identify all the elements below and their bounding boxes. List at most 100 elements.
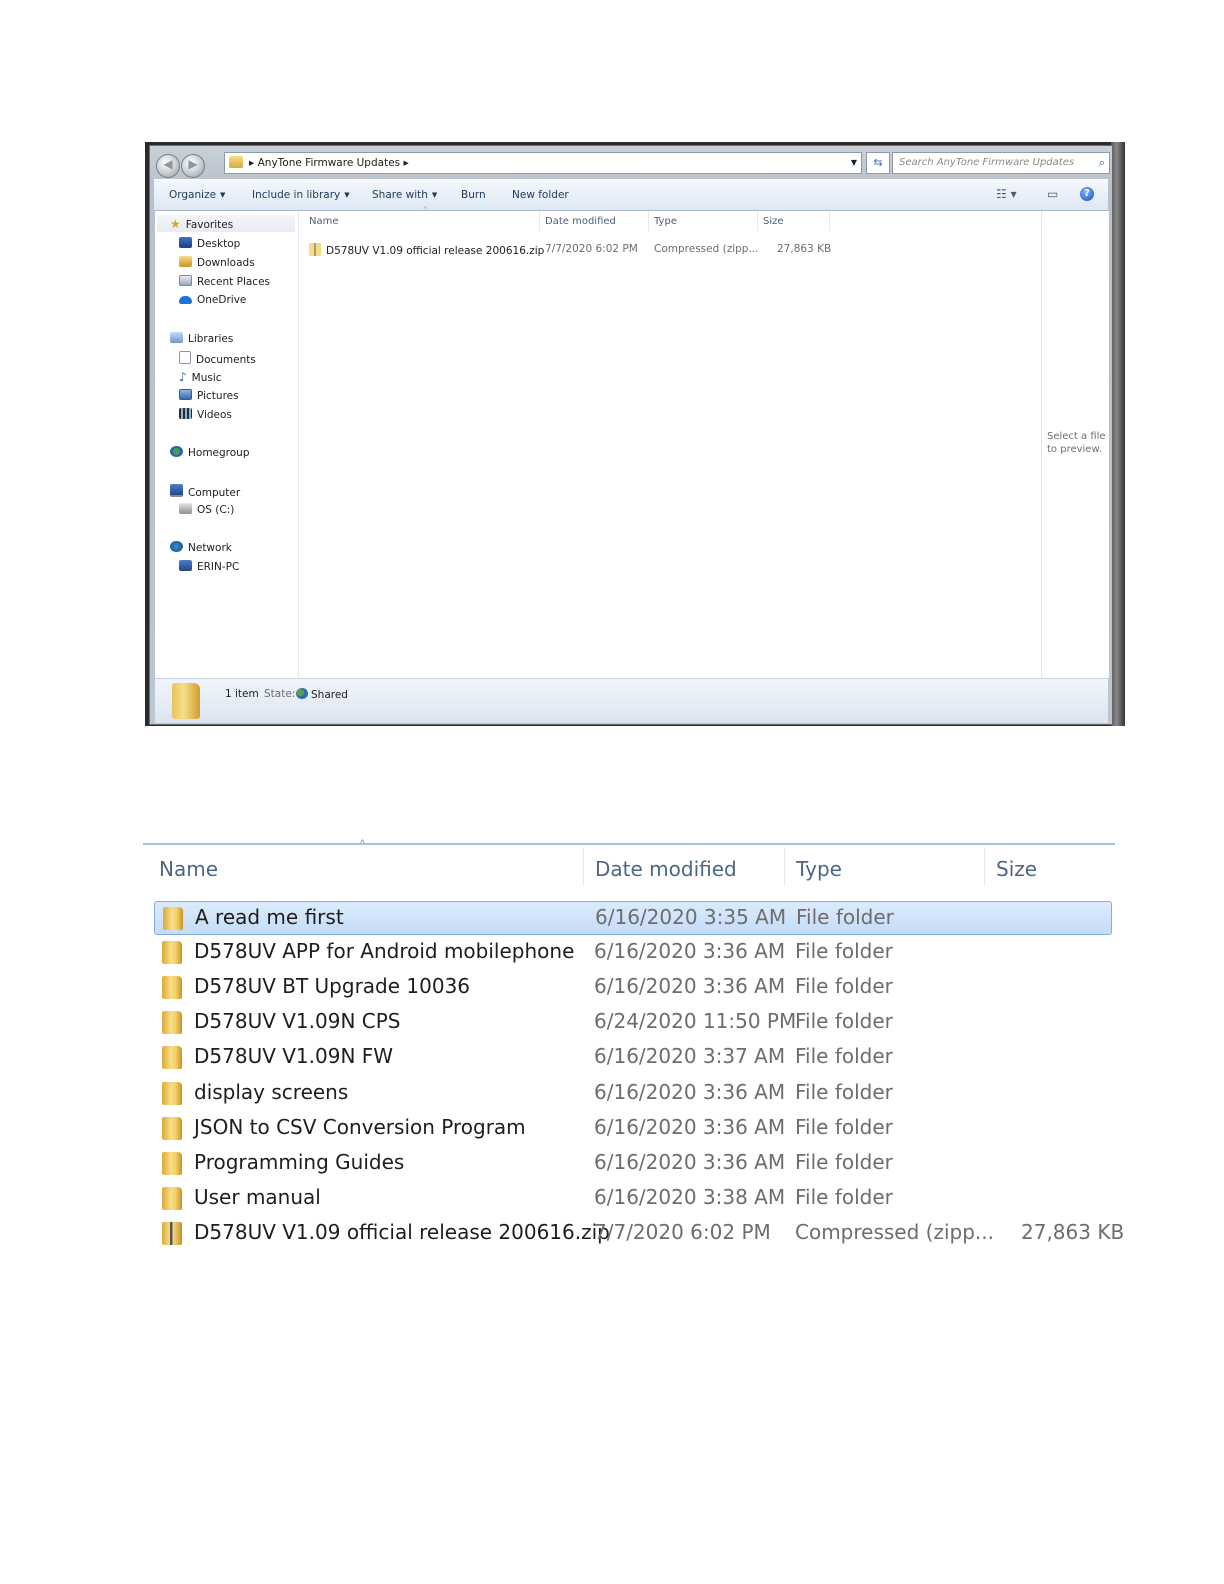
explorer-window-screenshot: ◀ ▶ ▸ AnyTone Firmware Updates ▸ ▼ ⇆ Sea… (145, 142, 1125, 726)
nav-desktop[interactable]: Desktop (179, 237, 240, 250)
address-dropdown-icon[interactable]: ▼ (851, 153, 857, 173)
list-item[interactable]: JSON to CSV Conversion Program 6/16/2020… (154, 1112, 1112, 1146)
list-item[interactable]: D578UV APP for Android mobilephone 6/16/… (154, 936, 1112, 970)
column-header-type[interactable]: Type (654, 216, 677, 227)
item-name: D578UV V1.09N CPS (194, 1009, 401, 1033)
preview-pane-icon[interactable]: ▭ (1047, 187, 1058, 201)
list-item[interactable]: D578UV BT Upgrade 10036 6/16/2020 3:36 A… (154, 971, 1112, 1005)
nav-favorites[interactable]: ★ Favorites (170, 217, 233, 231)
nav-videos[interactable]: Videos (179, 408, 232, 421)
column-header-name[interactable]: Name (159, 857, 218, 881)
homegroup-icon (170, 446, 183, 457)
help-icon[interactable]: ? (1080, 187, 1094, 201)
folder-icon (163, 907, 183, 930)
nav-recent-places[interactable]: Recent Places (179, 275, 270, 288)
list-item[interactable]: D578UV V1.09 official release 200616.zip… (154, 1217, 1124, 1251)
organize-menu[interactable]: Organize ▼ (169, 189, 225, 201)
file-list-pane: ˄ Name Date modified Type Size D578UV V1… (299, 206, 1041, 678)
chevron-down-icon: ▼ (344, 191, 350, 199)
list-item[interactable]: A read me first 6/16/2020 3:35 AM File f… (154, 901, 1112, 935)
burn-button[interactable]: Burn (461, 189, 486, 201)
folder-icon (162, 1152, 182, 1175)
list-item[interactable]: display screens 6/16/2020 3:36 AM File f… (154, 1077, 1112, 1111)
chevron-down-icon: ▼ (431, 191, 438, 199)
back-button[interactable]: ◀ (156, 154, 180, 178)
breadcrumb-current[interactable]: AnyTone Firmware Updates (258, 157, 401, 169)
column-header-size[interactable]: Size (996, 857, 1037, 881)
item-type: File folder (795, 1150, 893, 1174)
folder-icon (162, 1082, 182, 1105)
list-item[interactable]: Programming Guides 6/16/2020 3:36 AM Fil… (154, 1147, 1112, 1181)
item-type: File folder (795, 1009, 893, 1033)
column-divider[interactable] (984, 848, 985, 886)
zip-file-icon (309, 243, 321, 256)
list-item[interactable]: D578UV V1.09N FW 6/16/2020 3:37 AM File … (154, 1041, 1112, 1075)
nav-network[interactable]: Network (170, 541, 232, 554)
column-divider[interactable] (539, 211, 540, 231)
column-divider[interactable] (648, 211, 649, 231)
network-icon (170, 541, 183, 552)
column-header-type[interactable]: Type (796, 857, 842, 881)
new-folder-button[interactable]: New folder (512, 189, 569, 201)
column-header-date[interactable]: Date modified (595, 857, 737, 881)
column-divider[interactable] (784, 848, 785, 886)
folder-icon (162, 1117, 182, 1140)
item-date: 6/16/2020 3:38 AM (594, 1185, 786, 1209)
nav-computer[interactable]: Computer (170, 484, 240, 499)
item-name: D578UV APP for Android mobilephone (194, 939, 575, 963)
nav-os-drive[interactable]: OS (C:) (179, 503, 234, 516)
address-bar[interactable]: ▸ AnyTone Firmware Updates ▸ ▼ (224, 152, 862, 174)
nav-libraries[interactable]: Libraries (170, 332, 233, 345)
item-type: File folder (795, 1115, 893, 1139)
file-row-size: 27,863 KB (777, 243, 832, 255)
nav-homegroup[interactable]: Homegroup (170, 446, 250, 459)
item-date: 6/16/2020 3:36 AM (594, 939, 786, 963)
nav-onedrive[interactable]: OneDrive (179, 294, 246, 306)
preview-placeholder: Select a file to preview. (1047, 431, 1106, 455)
item-type: Compressed (zipp... (795, 1220, 994, 1244)
item-date: 6/16/2020 3:36 AM (594, 1080, 786, 1104)
column-header-size[interactable]: Size (763, 216, 784, 227)
include-in-library-menu[interactable]: Include in library ▼ (252, 189, 350, 201)
search-icon[interactable]: ⌕ (1099, 153, 1105, 173)
chevron-down-icon: ▼ (220, 191, 226, 199)
state-value: Shared (296, 688, 348, 701)
forward-button[interactable]: ▶ (181, 154, 205, 178)
folder-icon (162, 1046, 182, 1069)
nav-documents[interactable]: Documents (179, 351, 256, 366)
window-edge (1111, 142, 1125, 726)
forward-arrow-icon: ▶ (188, 157, 198, 171)
column-divider[interactable] (583, 848, 584, 886)
folder-icon (172, 683, 200, 719)
search-input[interactable]: Search AnyTone Firmware Updates ⌕ (892, 152, 1110, 174)
preview-pane: Select a file to preview. (1041, 211, 1109, 678)
column-header-name[interactable]: Name (309, 216, 339, 227)
zip-file-icon (162, 1222, 182, 1245)
item-type: File folder (795, 974, 893, 998)
music-note-icon: ♪ (179, 370, 187, 384)
column-divider[interactable] (829, 211, 830, 231)
column-divider[interactable] (757, 211, 758, 231)
nav-pictures[interactable]: Pictures (179, 389, 239, 402)
nav-music[interactable]: ♪ Music (179, 370, 222, 384)
nav-downloads[interactable]: Downloads (179, 256, 255, 269)
column-header-date[interactable]: Date modified (545, 216, 616, 227)
item-name: D578UV V1.09N FW (194, 1044, 394, 1068)
explorer-window: ◀ ▶ ▸ AnyTone Firmware Updates ▸ ▼ ⇆ Sea… (149, 145, 1113, 725)
pc-icon (179, 560, 192, 571)
refresh-button[interactable]: ⇆ (866, 152, 890, 174)
item-name: Programming Guides (194, 1150, 405, 1174)
file-row-name[interactable]: D578UV V1.09 official release 200616.zip (309, 243, 544, 257)
pictures-icon (179, 389, 192, 400)
folder-icon (162, 976, 182, 999)
nav-erin-pc[interactable]: ERIN-PC (179, 560, 239, 573)
item-count: 1 item (225, 688, 259, 700)
list-item[interactable]: D578UV V1.09N CPS 6/24/2020 11:50 PM Fil… (154, 1006, 1112, 1040)
details-pane: 1 item State: Shared (155, 678, 1108, 723)
list-item[interactable]: User manual 6/16/2020 3:38 AM File folde… (154, 1182, 1112, 1216)
item-date: 6/16/2020 3:37 AM (594, 1044, 786, 1068)
item-type: File folder (795, 939, 893, 963)
share-with-menu[interactable]: Share with ▼ (372, 189, 437, 201)
change-view-icon[interactable]: ☷ ▾ (996, 187, 1017, 201)
item-date: 6/16/2020 3:35 AM (595, 905, 787, 929)
